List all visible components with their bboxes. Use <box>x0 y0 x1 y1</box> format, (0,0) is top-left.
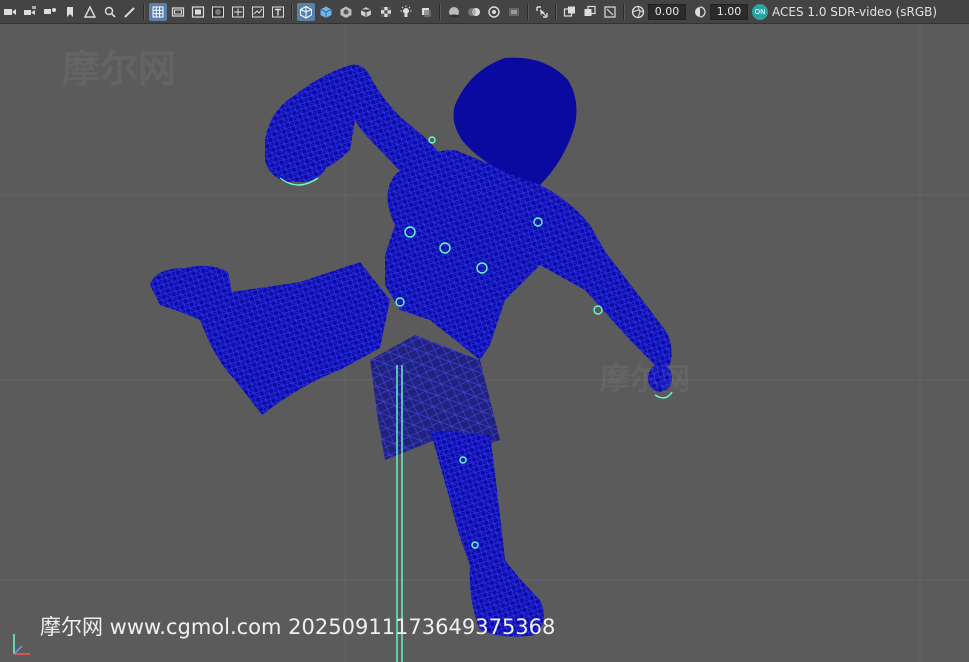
resolution-gate-icon[interactable] <box>189 3 207 21</box>
toolbar-divider <box>291 3 293 20</box>
pan-zoom-icon[interactable] <box>101 3 119 21</box>
camera-icon[interactable] <box>1 3 19 21</box>
textured-icon[interactable] <box>377 3 395 21</box>
film-gate-icon[interactable] <box>169 3 187 21</box>
toolbar-divider <box>527 3 529 20</box>
bookmark-icon[interactable] <box>41 3 59 21</box>
toolbar-divider <box>143 3 145 20</box>
gamma-field[interactable]: 1.00 <box>710 3 748 20</box>
toolbar-divider <box>623 3 625 20</box>
color-management-toggle[interactable]: ON <box>752 3 768 20</box>
background-watermark: 摩尔网 <box>62 47 177 91</box>
exposure-icon[interactable] <box>629 3 647 21</box>
3d-viewport[interactable]: 摩尔网 摩尔网 <box>0 24 969 662</box>
image-plane-icon[interactable] <box>61 3 79 21</box>
watermark-text: 摩尔网 www.cgmol.com 20250911173649375368 <box>40 615 556 639</box>
safe-title-icon[interactable] <box>269 3 287 21</box>
view-transform-label[interactable]: ACES 1.0 SDR-video (sRGB) <box>772 5 937 19</box>
shading-tools-group <box>296 0 436 24</box>
shade-wireframe-icon[interactable] <box>337 3 355 21</box>
exposure-field[interactable]: 0.00 <box>648 3 686 20</box>
camera-attr-icon[interactable] <box>21 3 39 21</box>
xray-icon[interactable] <box>561 3 579 21</box>
grid-2d-icon[interactable] <box>81 3 99 21</box>
depth-of-field-icon[interactable] <box>505 3 523 21</box>
shadows-icon[interactable] <box>417 3 435 21</box>
field-chart-icon[interactable] <box>229 3 247 21</box>
wireframe-on-shaded-icon[interactable] <box>357 3 375 21</box>
grid-icon[interactable] <box>149 2 167 21</box>
viewport-toolbar: 0.00 1.00 ON ACES 1.0 SDR-video (sRGB) <box>0 0 969 24</box>
antialias-icon[interactable] <box>485 3 503 21</box>
safe-action-icon[interactable] <box>249 3 267 21</box>
motion-blur-icon[interactable] <box>465 3 483 21</box>
isolate-icon[interactable] <box>533 3 551 21</box>
xray-active-icon[interactable] <box>601 3 619 21</box>
camera-tools-group <box>0 0 140 24</box>
lights-icon[interactable] <box>397 3 415 21</box>
toolbar-divider <box>439 3 441 20</box>
wireframe-icon[interactable] <box>297 2 315 21</box>
xray-joints-icon[interactable] <box>581 3 599 21</box>
isolate-group <box>532 0 552 24</box>
color-management-group: 0.00 1.00 ON ACES 1.0 SDR-video (sRGB) <box>628 0 937 24</box>
smooth-shade-icon[interactable] <box>317 3 335 21</box>
render-tools-group <box>444 0 524 24</box>
scene-canvas <box>0 24 969 662</box>
gate-mask-icon[interactable] <box>209 3 227 21</box>
xray-group <box>560 0 620 24</box>
toolbar-divider <box>555 3 557 20</box>
ambient-occlusion-icon[interactable] <box>445 3 463 21</box>
background-watermark: 摩尔网 <box>600 362 690 397</box>
display-tools-group <box>148 0 288 24</box>
axis-indicator <box>8 628 38 658</box>
gamma-icon[interactable] <box>691 3 709 21</box>
grease-pencil-icon[interactable] <box>121 3 139 21</box>
character-mesh[interactable] <box>150 57 672 637</box>
